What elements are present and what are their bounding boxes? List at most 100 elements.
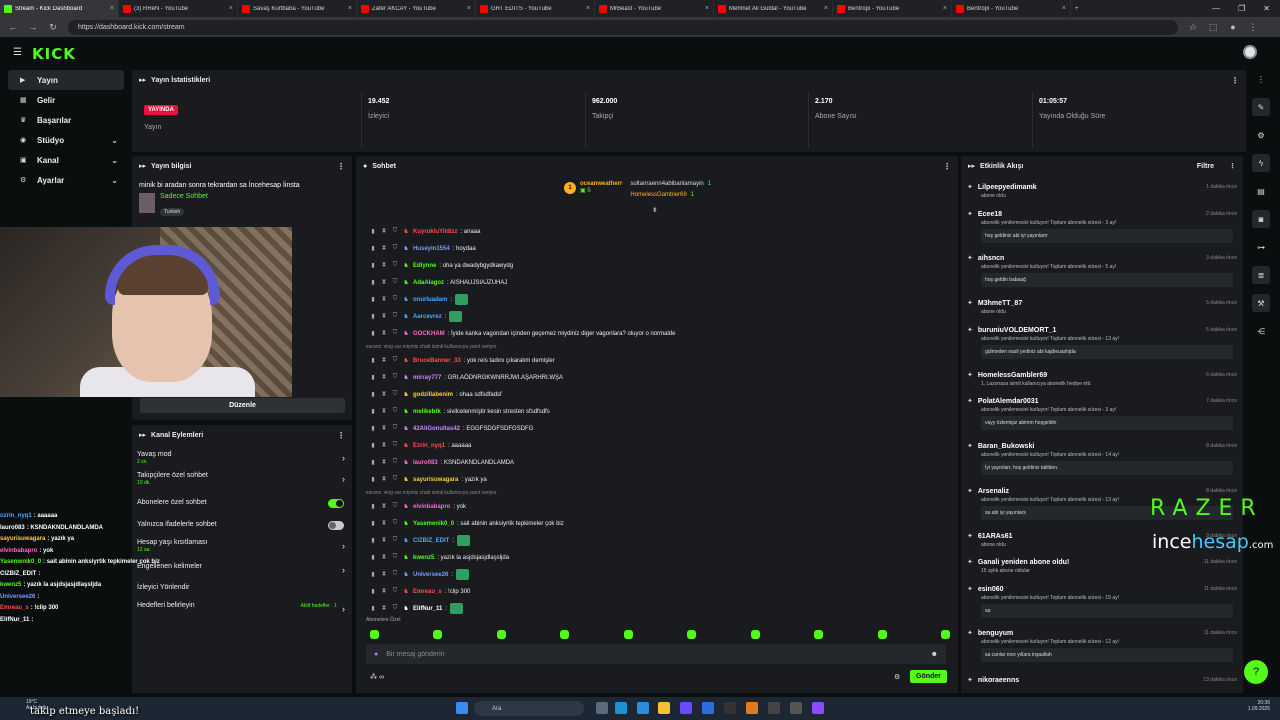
delete-icon[interactable]: ▮ [369, 425, 377, 432]
emote-icon[interactable] [940, 630, 950, 639]
ban-icon[interactable]: ⛉ [391, 296, 399, 303]
url-field[interactable]: https://dashboard.kick.com/stream [68, 19, 1178, 35]
emote-icon[interactable] [496, 630, 506, 639]
system-clock[interactable]: 20:36 1.09.2025 [1222, 700, 1270, 712]
chat-username[interactable]: mirray777 [413, 375, 441, 381]
chevron-right-icon[interactable]: › [342, 453, 345, 463]
browser-tab[interactable]: (3) RReN - YouTube × [119, 0, 238, 17]
profile-icon[interactable]: ● [1228, 22, 1238, 32]
sidebar-item-4[interactable]: ▣ Kanal ⌄ [8, 150, 124, 170]
sidebar-item-2[interactable]: ♛ Başarılar [8, 110, 124, 130]
top-gifter-row[interactable]: sultanraenn4abibanlamayin 1 [630, 181, 711, 192]
discord-icon[interactable] [680, 702, 692, 714]
ban-icon[interactable]: ⛉ [391, 279, 399, 286]
top-gifter-row[interactable]: HomelessGambler69 1 [630, 192, 711, 203]
delete-icon[interactable]: ▮ [369, 571, 377, 578]
chat-username[interactable]: Huseyin1554 [413, 246, 450, 252]
ban-icon[interactable]: ⛉ [391, 476, 399, 483]
tab-close-icon[interactable]: × [586, 5, 590, 12]
link-icon[interactable]: ⊶ [1252, 238, 1270, 256]
tab-close-icon[interactable]: × [943, 5, 947, 12]
tab-close-icon[interactable]: × [110, 5, 114, 12]
ban-icon[interactable]: ⛉ [391, 228, 399, 235]
timeout-icon[interactable]: ⧗ [380, 425, 388, 432]
chat-username[interactable]: Emreau_s [413, 589, 442, 595]
chat-username[interactable]: kwenz5 [413, 555, 434, 561]
emote-icon[interactable] [370, 630, 379, 639]
delete-icon[interactable]: ▮ [369, 554, 377, 561]
activity-user[interactable]: PolatAlemdar0031 [978, 398, 1039, 405]
activity-user[interactable]: buruniuVOLDEMORT_1 [978, 327, 1057, 334]
timeout-icon[interactable]: ⧗ [380, 357, 388, 364]
chat-username[interactable]: Universee26 [413, 572, 448, 578]
folder-icon[interactable] [658, 702, 670, 714]
browser-tab[interactable]: Savaş Kurtbaba - YouTube × [238, 0, 357, 17]
filter-button[interactable]: Filtre [1197, 163, 1214, 170]
chat-input[interactable]: ● Bir mesaj gönderin ☻ [366, 644, 946, 664]
activity-user[interactable]: Arsenaliz [978, 488, 1009, 495]
forward-icon[interactable]: → [28, 22, 38, 32]
help-icon[interactable]: ? [1244, 660, 1268, 684]
channel-action-row[interactable]: Yavaş mod 2 sn. › [137, 451, 347, 465]
chat-username[interactable]: godzillabenim [413, 392, 453, 398]
taskbar-search[interactable]: Ara [474, 701, 584, 716]
task-view-icon[interactable] [596, 702, 608, 714]
browser-tab[interactable]: Bentropi - YouTube × [952, 0, 1071, 17]
timeout-icon[interactable]: ⧗ [380, 476, 388, 483]
toggle-switch[interactable] [328, 499, 344, 508]
star-icon[interactable]: ☆ [1188, 22, 1198, 33]
mic-icon[interactable]: ● [374, 651, 378, 658]
share-icon[interactable]: ⋲ [1252, 322, 1270, 340]
timeout-icon[interactable]: ⧗ [380, 408, 388, 415]
timeout-icon[interactable]: ⧗ [380, 605, 388, 612]
ban-icon[interactable]: ⛉ [391, 442, 399, 449]
browser-tab[interactable]: Stream - Kick Dashboard × [0, 0, 119, 17]
ban-icon[interactable]: ⛉ [391, 330, 399, 337]
capcut-icon[interactable] [768, 702, 780, 714]
timeout-icon[interactable]: ⧗ [380, 245, 388, 252]
delete-icon[interactable]: ▮ [369, 391, 377, 398]
tab-close-icon[interactable]: × [1062, 5, 1066, 12]
hamburger-icon[interactable]: ☰ [13, 47, 22, 58]
ban-icon[interactable]: ⛉ [391, 357, 399, 364]
activity-user[interactable]: Ecee18 [978, 211, 1002, 218]
emote-icon[interactable] [560, 630, 570, 639]
chat-username[interactable]: AdaAlagoz [413, 280, 444, 286]
pen-icon[interactable]: ✎ [1252, 98, 1270, 116]
back-icon[interactable]: ← [8, 22, 18, 32]
emote-icon[interactable] [750, 630, 760, 639]
chat-username[interactable]: CIZBIZ_EDIT [413, 538, 449, 544]
timeout-icon[interactable]: ⧗ [380, 262, 388, 269]
activity-user[interactable]: benguyum [978, 630, 1013, 637]
chat-bubble-icon[interactable]: ◙ [1252, 210, 1270, 228]
delete-icon[interactable]: ▮ [369, 262, 377, 269]
tab-close-icon[interactable]: × [229, 5, 233, 12]
list-icon[interactable]: ≣ [1252, 266, 1270, 284]
channel-action-row[interactable]: Takipçilere özel sohbet 10 dk. › [137, 472, 347, 486]
activity-user[interactable]: nikoraeenns [978, 677, 1019, 684]
chat-username[interactable]: Ezrin_nyq1 [413, 443, 445, 449]
activity-user[interactable]: esin060 [978, 586, 1004, 593]
delete-icon[interactable]: ▮ [369, 313, 377, 320]
timeout-icon[interactable]: ⧗ [380, 571, 388, 578]
chat-username[interactable]: KuyrukluYildizz [413, 229, 457, 235]
delete-icon[interactable]: ▮ [369, 476, 377, 483]
obs-icon[interactable] [790, 702, 802, 714]
delete-icon[interactable]: ▮ [369, 537, 377, 544]
delete-icon[interactable]: ▮ [369, 408, 377, 415]
clipboard-icon[interactable]: ▤ [1252, 182, 1270, 200]
close-icon[interactable]: ✕ [1263, 4, 1270, 13]
more-icon[interactable]: ⋮ [337, 431, 345, 440]
sidebar-item-1[interactable]: ▦ Gelir [8, 90, 124, 110]
browser-tab[interactable]: GRT EDİTS - YouTube × [476, 0, 595, 17]
delete-icon[interactable]: ▮ [369, 442, 377, 449]
twitch-icon[interactable] [812, 702, 824, 714]
edge-icon[interactable] [615, 702, 627, 714]
ban-icon[interactable]: ⛉ [391, 408, 399, 415]
avatar[interactable] [1243, 45, 1257, 59]
delete-icon[interactable]: ▮ [369, 357, 377, 364]
delete-icon[interactable]: ▮ [369, 588, 377, 595]
chat-username[interactable]: Yasemenik0_0 [413, 521, 454, 527]
delete-icon[interactable]: ▮ [369, 279, 377, 286]
delete-icon[interactable]: ▮ [369, 245, 377, 252]
